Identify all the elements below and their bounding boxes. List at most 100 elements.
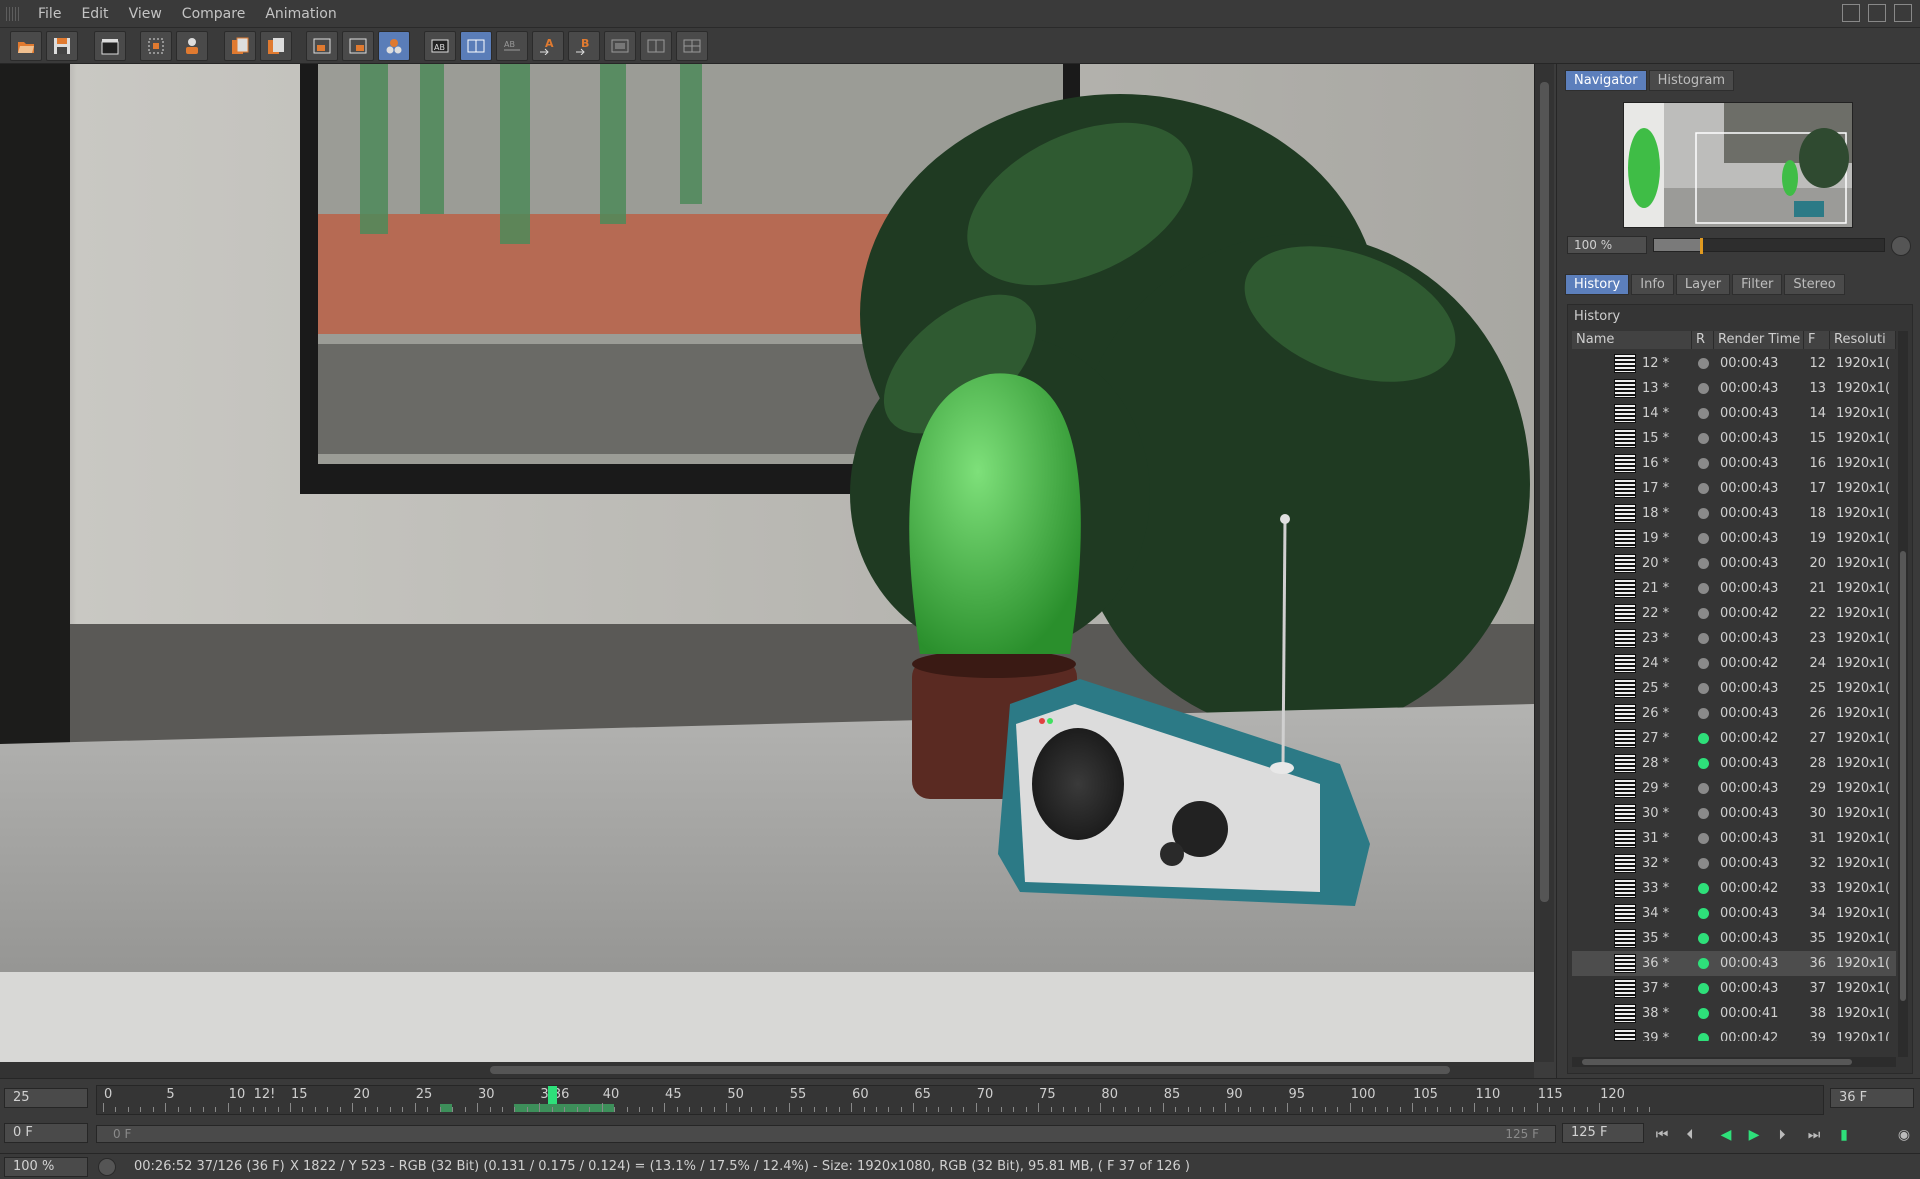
go-to-start-icon[interactable]: ⏮ xyxy=(1652,1125,1672,1145)
scroll-thumb[interactable] xyxy=(1540,82,1549,902)
menu-compare[interactable]: Compare xyxy=(172,6,256,22)
tab-histogram[interactable]: Histogram xyxy=(1648,70,1735,91)
history-row[interactable]: 36 * 00:00:43 36 1920x1( xyxy=(1572,951,1896,976)
layout-1-button[interactable] xyxy=(604,31,636,61)
person-button[interactable] xyxy=(176,31,208,61)
tab-history[interactable]: History xyxy=(1565,274,1630,295)
render-viewport[interactable] xyxy=(0,64,1534,1062)
clapperboard-button[interactable] xyxy=(94,31,126,61)
start-frame-field[interactable]: 0 F xyxy=(4,1123,88,1143)
render-region-button[interactable] xyxy=(140,31,172,61)
history-row[interactable]: 34 * 00:00:43 34 1920x1( xyxy=(1572,901,1896,926)
col-resolution[interactable]: Resoluti xyxy=(1830,331,1896,349)
play-forward-icon[interactable]: ▶ xyxy=(1744,1125,1764,1145)
ab-diff-button[interactable]: AB xyxy=(496,31,528,61)
history-row[interactable]: 27 * 00:00:42 27 1920x1( xyxy=(1572,726,1896,751)
history-row[interactable]: 16 * 00:00:43 16 1920x1( xyxy=(1572,451,1896,476)
move-icon[interactable] xyxy=(1894,4,1912,22)
history-row[interactable]: 29 * 00:00:43 29 1920x1( xyxy=(1572,776,1896,801)
save-button[interactable] xyxy=(46,31,78,61)
menu-view[interactable]: View xyxy=(119,6,172,22)
history-row[interactable]: 33 * 00:00:42 33 1920x1( xyxy=(1572,876,1896,901)
history-row[interactable]: 39 * 00:00:42 39 1920x1( xyxy=(1572,1026,1896,1041)
menu-animation[interactable]: Animation xyxy=(255,6,346,22)
next-frame-icon[interactable]: ⏵ xyxy=(1772,1125,1792,1145)
zoom-slider-knob[interactable] xyxy=(1700,238,1704,254)
menu-file[interactable]: File xyxy=(28,6,71,22)
history-row[interactable]: 30 * 00:00:43 30 1920x1( xyxy=(1572,801,1896,826)
history-row[interactable]: 32 * 00:00:43 32 1920x1( xyxy=(1572,851,1896,876)
region-a-button[interactable] xyxy=(306,31,338,61)
scroll-thumb[interactable] xyxy=(1582,1059,1852,1065)
timeline-options-icon[interactable]: ◉ xyxy=(1894,1125,1914,1145)
history-row[interactable]: 21 * 00:00:43 21 1920x1( xyxy=(1572,576,1896,601)
previous-frame-icon[interactable]: ⏴ xyxy=(1680,1125,1700,1145)
loop-icon[interactable]: ▮ xyxy=(1834,1125,1854,1145)
col-r[interactable]: R xyxy=(1692,331,1714,349)
history-row[interactable]: 14 * 00:00:43 14 1920x1( xyxy=(1572,401,1896,426)
toolbar: AB AB A B xyxy=(0,28,1920,64)
history-row[interactable]: 37 * 00:00:43 37 1920x1( xyxy=(1572,976,1896,1001)
zoom-field[interactable]: 100 % xyxy=(4,1157,88,1177)
col-render-time[interactable]: Render Time xyxy=(1714,331,1804,349)
go-to-end-icon[interactable]: ⏭ xyxy=(1804,1125,1824,1145)
history-row[interactable]: 23 * 00:00:43 23 1920x1( xyxy=(1572,626,1896,651)
set-b-button[interactable]: B xyxy=(568,31,600,61)
set-a-button[interactable]: A xyxy=(532,31,564,61)
preview-range-slider[interactable]: 0 F 125 F xyxy=(96,1125,1556,1143)
tab-navigator[interactable]: Navigator xyxy=(1565,70,1647,91)
history-horizontal-scrollbar[interactable] xyxy=(1572,1057,1896,1067)
history-row[interactable]: 15 * 00:00:43 15 1920x1( xyxy=(1572,426,1896,451)
menu-edit[interactable]: Edit xyxy=(71,6,118,22)
layout-3-button[interactable] xyxy=(676,31,708,61)
scroll-thumb[interactable] xyxy=(490,1066,1450,1074)
scroll-thumb[interactable] xyxy=(1900,551,1906,1001)
history-row[interactable]: 35 * 00:00:43 35 1920x1( xyxy=(1572,926,1896,951)
copy-alpha-button[interactable] xyxy=(260,31,292,61)
ruler-tick xyxy=(227,1103,229,1112)
history-row[interactable]: 24 * 00:00:42 24 1920x1( xyxy=(1572,651,1896,676)
panel-layout-icon[interactable] xyxy=(1842,4,1860,22)
history-row[interactable]: 17 * 00:00:43 17 1920x1( xyxy=(1572,476,1896,501)
tab-stereo[interactable]: Stereo xyxy=(1784,274,1845,295)
history-row[interactable]: 19 * 00:00:43 19 1920x1( xyxy=(1572,526,1896,551)
history-row[interactable]: 25 * 00:00:43 25 1920x1( xyxy=(1572,676,1896,701)
navigator-play-icon[interactable] xyxy=(1891,236,1911,256)
timeline-ruler[interactable]: 0510152025303536404550556065707580859095… xyxy=(96,1085,1824,1115)
ab-compare-button[interactable]: AB xyxy=(424,31,456,61)
ab-split-button[interactable] xyxy=(460,31,492,61)
history-row[interactable]: 22 * 00:00:42 22 1920x1( xyxy=(1572,601,1896,626)
history-vertical-scrollbar[interactable] xyxy=(1898,331,1908,1057)
tab-layer[interactable]: Layer xyxy=(1675,274,1731,295)
history-row[interactable]: 31 * 00:00:43 31 1920x1( xyxy=(1572,826,1896,851)
layout-2-button[interactable] xyxy=(640,31,672,61)
col-f[interactable]: F xyxy=(1804,331,1830,349)
end-frame-field[interactable]: 125 F xyxy=(1562,1123,1644,1143)
history-row[interactable]: 28 * 00:00:43 28 1920x1( xyxy=(1572,751,1896,776)
region-b-button[interactable] xyxy=(342,31,374,61)
playhead[interactable] xyxy=(547,1086,557,1104)
copy-image-button[interactable] xyxy=(224,31,256,61)
history-row[interactable]: 26 * 00:00:43 26 1920x1( xyxy=(1572,701,1896,726)
history-row[interactable]: 18 * 00:00:43 18 1920x1( xyxy=(1572,501,1896,526)
history-cell-time: 00:00:43 xyxy=(1720,931,1779,946)
navigator-zoom-slider[interactable] xyxy=(1653,238,1885,254)
status-play-icon[interactable] xyxy=(98,1158,116,1176)
current-frame-field[interactable]: 36 F xyxy=(1830,1088,1914,1108)
navigator-zoom-field[interactable]: 100 % xyxy=(1567,236,1647,254)
fps-field[interactable]: 25 xyxy=(4,1088,88,1108)
tab-info[interactable]: Info xyxy=(1631,274,1674,295)
play-backward-icon[interactable]: ◀ xyxy=(1716,1125,1736,1145)
col-name[interactable]: Name xyxy=(1572,331,1692,349)
history-row[interactable]: 12 * 00:00:43 12 1920x1( xyxy=(1572,351,1896,376)
history-row[interactable]: 13 * 00:00:43 13 1920x1( xyxy=(1572,376,1896,401)
new-window-icon[interactable] xyxy=(1868,4,1886,22)
history-row[interactable]: 38 * 00:00:41 38 1920x1( xyxy=(1572,1001,1896,1026)
viewport-vertical-scrollbar[interactable] xyxy=(1534,64,1554,1062)
viewport-horizontal-scrollbar[interactable] xyxy=(0,1062,1534,1078)
open-button[interactable] xyxy=(10,31,42,61)
render-all-button[interactable] xyxy=(378,31,410,61)
history-row[interactable]: 20 * 00:00:43 20 1920x1( xyxy=(1572,551,1896,576)
navigator-thumbnail[interactable] xyxy=(1623,102,1853,228)
tab-filter[interactable]: Filter xyxy=(1732,274,1783,295)
